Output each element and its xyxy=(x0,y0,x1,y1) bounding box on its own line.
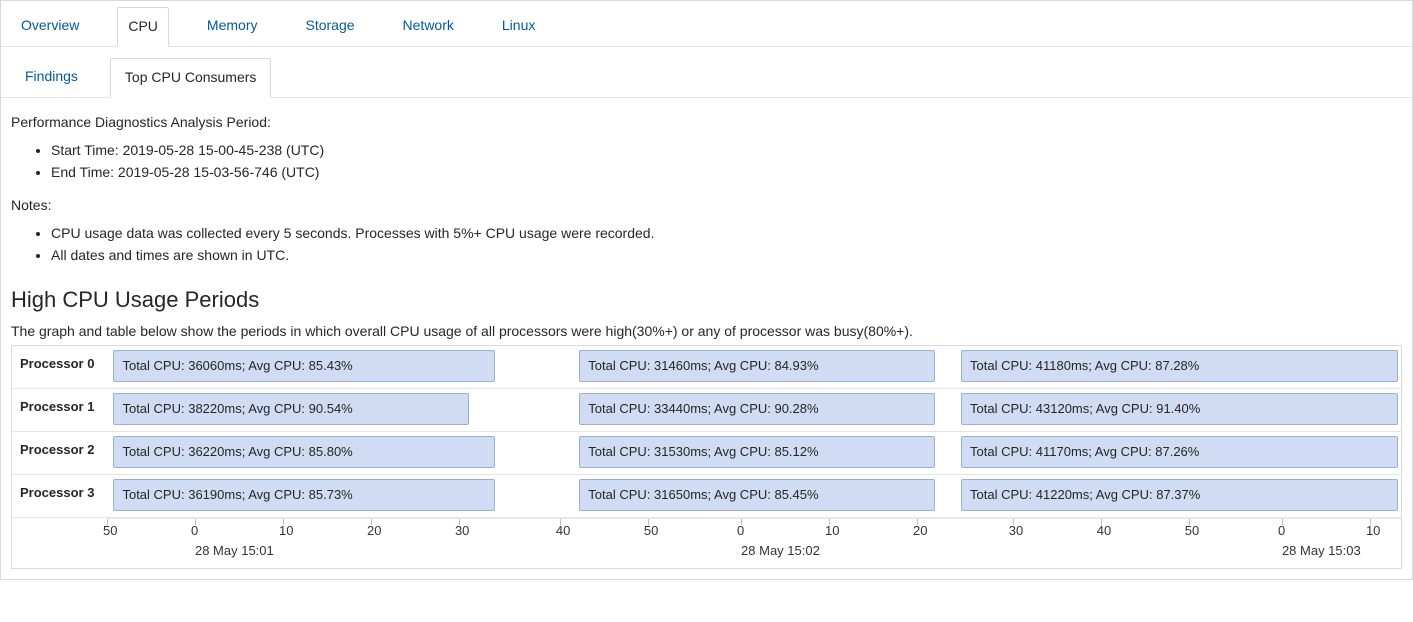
cpu-usage-bar[interactable]: Total CPU: 31460ms; Avg CPU: 84.93% xyxy=(579,350,935,382)
processor-row: Processor 0Total CPU: 36060ms; Avg CPU: … xyxy=(12,346,1401,389)
axis-tick-label: 0 xyxy=(1278,523,1285,538)
axis-tick-label: 40 xyxy=(1097,523,1111,538)
start-time: Start Time: 2019-05-28 15-00-45-238 (UTC… xyxy=(51,140,1402,162)
cpu-usage-bar[interactable]: Total CPU: 31650ms; Avg CPU: 85.45% xyxy=(579,479,935,511)
tab-storage[interactable]: Storage xyxy=(295,7,364,47)
processor-timeline: Total CPU: 38220ms; Avg CPU: 90.54% Total… xyxy=(107,389,1401,431)
time-axis-row: 50 0 10 20 30 40 50 0 10 20 30 40 50 0 10 28 May 15:01 2… xyxy=(12,518,1401,568)
axis-tick-label: 10 xyxy=(825,523,839,538)
time-axis: 50010203040500102030405001028 May 15:012… xyxy=(107,518,1401,568)
notes-list: CPU usage data was collected every 5 sec… xyxy=(11,223,1402,266)
axis-tick-label: 10 xyxy=(279,523,293,538)
axis-tick-label: 30 xyxy=(1009,523,1023,538)
cpu-usage-bar[interactable]: Total CPU: 33440ms; Avg CPU: 90.28% xyxy=(579,393,935,425)
analysis-period-list: Start Time: 2019-05-28 15-00-45-238 (UTC… xyxy=(11,140,1402,183)
tab-network[interactable]: Network xyxy=(393,7,464,47)
processor-row: Processor 2Total CPU: 36220ms; Avg CPU: … xyxy=(12,432,1401,475)
cpu-usage-bar[interactable]: Total CPU: 31530ms; Avg CPU: 85.12% xyxy=(579,436,935,468)
cpu-usage-bar[interactable]: Total CPU: 41220ms; Avg CPU: 87.37% xyxy=(961,479,1398,511)
axis-tick-label: 50 xyxy=(103,523,117,538)
axis-time-label: 28 May 15:01 xyxy=(195,543,274,558)
tab-linux[interactable]: Linux xyxy=(492,7,545,47)
cpu-usage-bar[interactable]: Total CPU: 36060ms; Avg CPU: 85.43% xyxy=(113,350,495,382)
section-heading: High CPU Usage Periods xyxy=(11,287,1402,313)
axis-tick-label: 0 xyxy=(737,523,744,538)
analysis-period-title: Performance Diagnostics Analysis Period: xyxy=(11,114,1402,130)
axis-time-label: 28 May 15:03 xyxy=(1282,543,1361,558)
cpu-usage-bar[interactable]: Total CPU: 38220ms; Avg CPU: 90.54% xyxy=(113,393,469,425)
axis-tick-label: 50 xyxy=(1185,523,1199,538)
axis-tick-label: 20 xyxy=(367,523,381,538)
axis-tick-label: 10 xyxy=(1366,523,1380,538)
page-root: Overview CPU Memory Storage Network Linux Fin… xyxy=(0,0,1413,580)
note-item: CPU usage data was collected every 5 sec… xyxy=(51,223,1402,245)
subtab-top-cpu-consumers[interactable]: Top CPU Consumers xyxy=(110,58,272,98)
processor-timeline-table: Processor 0Total CPU: 36060ms; Avg CPU: … xyxy=(11,345,1402,569)
axis-spacer xyxy=(12,518,107,568)
processor-label: Processor 3 xyxy=(12,475,107,517)
processor-label: Processor 1 xyxy=(12,389,107,431)
content-area: Performance Diagnostics Analysis Period:… xyxy=(1,98,1412,569)
tab-memory[interactable]: Memory xyxy=(197,7,268,47)
cpu-usage-bar[interactable]: Total CPU: 41180ms; Avg CPU: 87.28% xyxy=(961,350,1398,382)
cpu-usage-bar[interactable]: Total CPU: 36220ms; Avg CPU: 85.80% xyxy=(113,436,495,468)
section-description: The graph and table below show the perio… xyxy=(11,323,1402,339)
axis-time-label: 28 May 15:02 xyxy=(741,543,820,558)
main-tabs: Overview CPU Memory Storage Network Linux xyxy=(1,1,1412,47)
tab-overview[interactable]: Overview xyxy=(11,7,89,47)
sub-tabs: Findings Top CPU Consumers xyxy=(1,47,1412,98)
axis-tick-label: 0 xyxy=(191,523,198,538)
note-item: All dates and times are shown in UTC. xyxy=(51,245,1402,267)
processor-row: Processor 3Total CPU: 36190ms; Avg CPU: … xyxy=(12,475,1401,518)
processor-row: Processor 1Total CPU: 38220ms; Avg CPU: … xyxy=(12,389,1401,432)
processor-timeline: Total CPU: 36220ms; Avg CPU: 85.80% Total… xyxy=(107,432,1401,474)
end-time: End Time: 2019-05-28 15-03-56-746 (UTC) xyxy=(51,162,1402,184)
tab-cpu[interactable]: CPU xyxy=(117,7,169,47)
axis-tick-label: 50 xyxy=(644,523,658,538)
processor-label: Processor 2 xyxy=(12,432,107,474)
axis-tick-label: 20 xyxy=(913,523,927,538)
cpu-usage-bar[interactable]: Total CPU: 43120ms; Avg CPU: 91.40% xyxy=(961,393,1398,425)
subtab-findings[interactable]: Findings xyxy=(11,58,92,98)
cpu-usage-bar[interactable]: Total CPU: 41170ms; Avg CPU: 87.26% xyxy=(961,436,1398,468)
processor-label: Processor 0 xyxy=(12,346,107,388)
cpu-usage-bar[interactable]: Total CPU: 36190ms; Avg CPU: 85.73% xyxy=(113,479,495,511)
axis-tick-label: 40 xyxy=(556,523,570,538)
processor-timeline: Total CPU: 36190ms; Avg CPU: 85.73% Total… xyxy=(107,475,1401,517)
processor-timeline: Total CPU: 36060ms; Avg CPU: 85.43% Total… xyxy=(107,346,1401,388)
axis-tick-label: 30 xyxy=(455,523,469,538)
notes-title: Notes: xyxy=(11,197,1402,213)
